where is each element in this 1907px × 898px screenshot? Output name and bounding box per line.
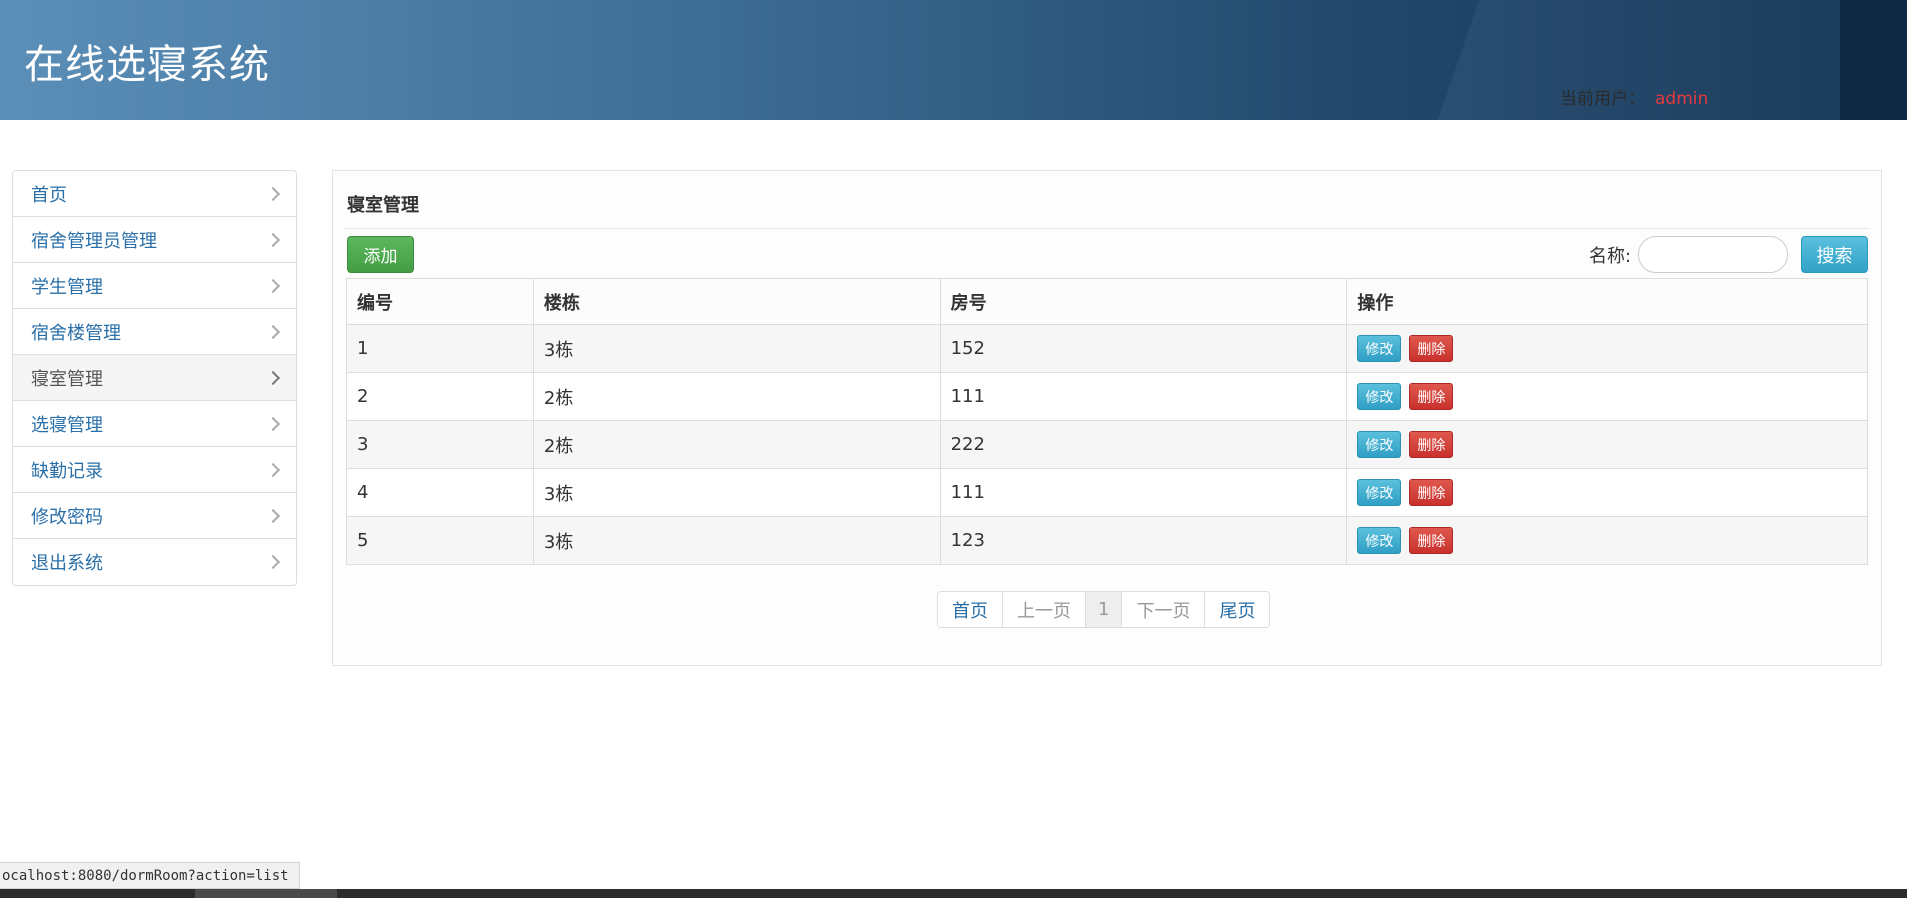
search-button[interactable]: 搜索 xyxy=(1801,236,1868,273)
app-title: 在线选寝系统 xyxy=(24,42,270,88)
column-header-building: 楼栋 xyxy=(532,278,941,325)
chevron-right-icon xyxy=(265,462,281,477)
edit-button[interactable]: 修改 xyxy=(1357,431,1402,458)
sidebar-item-dorm-admin[interactable]: 宿舍管理员管理 xyxy=(13,217,296,263)
cell-actions: 修改 删除 xyxy=(1346,372,1868,421)
divider xyxy=(345,228,1869,229)
chevron-right-icon xyxy=(265,232,281,247)
cell-actions: 修改 删除 xyxy=(1346,468,1868,517)
room-management-panel: 寝室管理 添加 名称: 搜索 编号 楼栋 房号 操作 1 3栋 152 修改 删除… xyxy=(332,170,1882,666)
cell-id: 2 xyxy=(346,372,534,421)
taskbar xyxy=(0,889,1907,898)
cell-room: 111 xyxy=(939,372,1348,421)
sidebar-item-buildings[interactable]: 宿舍楼管理 xyxy=(13,309,296,355)
sidebar-item-room-selection[interactable]: 选寝管理 xyxy=(13,401,296,447)
app-header: 在线选寝系统 当前用户： admin xyxy=(0,0,1907,120)
pager-first[interactable]: 首页 xyxy=(938,592,1003,627)
sidebar-item-absence[interactable]: 缺勤记录 xyxy=(13,447,296,493)
column-header-actions: 操作 xyxy=(1346,278,1868,325)
edit-button[interactable]: 修改 xyxy=(1357,383,1402,410)
pager-last[interactable]: 尾页 xyxy=(1205,592,1270,627)
search-input[interactable] xyxy=(1638,236,1788,273)
edit-button[interactable]: 修改 xyxy=(1357,479,1402,506)
cell-room: 111 xyxy=(939,468,1348,517)
table-row: 5 3栋 123 修改 删除 xyxy=(346,516,1868,565)
cell-id: 1 xyxy=(346,324,534,373)
cell-actions: 修改 删除 xyxy=(1346,324,1868,373)
cell-id: 4 xyxy=(346,468,534,517)
pager-current: 1 xyxy=(1086,592,1123,627)
table-header-row: 编号 楼栋 房号 操作 xyxy=(346,278,1868,325)
sidebar-item-label: 退出系统 xyxy=(31,553,103,574)
sidebar-item-label: 首页 xyxy=(31,184,67,206)
taskbar-item[interactable] xyxy=(195,889,337,898)
chevron-right-icon xyxy=(265,416,281,431)
cell-id: 5 xyxy=(346,516,534,565)
cell-room: 123 xyxy=(939,516,1348,565)
chevron-right-icon xyxy=(265,508,281,523)
column-header-room: 房号 xyxy=(939,278,1348,325)
sidebar-item-students[interactable]: 学生管理 xyxy=(13,263,296,309)
pager-next[interactable]: 下一页 xyxy=(1122,592,1206,627)
page-title: 寝室管理 xyxy=(347,195,419,216)
cell-building: 3栋 xyxy=(532,516,941,565)
table-row: 1 3栋 152 修改 删除 xyxy=(346,324,1868,373)
cell-id: 3 xyxy=(346,420,534,469)
cell-actions: 修改 删除 xyxy=(1346,516,1868,565)
sidebar-item-label: 学生管理 xyxy=(31,276,103,298)
cell-building: 2栋 xyxy=(532,420,941,469)
rooms-table: 编号 楼栋 房号 操作 1 3栋 152 修改 删除 2 2栋 111 修改 删除 … xyxy=(346,278,1868,565)
cell-actions: 修改 删除 xyxy=(1346,420,1868,469)
column-header-id: 编号 xyxy=(346,278,534,325)
delete-button[interactable]: 删除 xyxy=(1409,335,1454,362)
current-user-name: admin xyxy=(1655,89,1709,109)
sidebar-item-label: 选寝管理 xyxy=(31,414,103,436)
sidebar-item-label: 缺勤记录 xyxy=(31,460,103,482)
sidebar-item-label: 宿舍楼管理 xyxy=(31,322,121,344)
chevron-right-icon xyxy=(265,186,281,201)
cell-building: 2栋 xyxy=(532,372,941,421)
status-bar-url: ocalhost:8080/dormRoom?action=list xyxy=(0,862,300,889)
delete-button[interactable]: 删除 xyxy=(1409,383,1454,410)
sidebar-nav: 首页 宿舍管理员管理 学生管理 宿舍楼管理 寝室管理 选寝管理 缺勤记录 修改密… xyxy=(12,170,297,586)
cell-room: 152 xyxy=(939,324,1348,373)
current-user-label: 当前用户： xyxy=(1560,89,1645,109)
table-row: 3 2栋 222 修改 删除 xyxy=(346,420,1868,469)
chevron-right-icon xyxy=(265,370,281,385)
table-row: 2 2栋 111 修改 删除 xyxy=(346,372,1868,421)
cell-building: 3栋 xyxy=(532,468,941,517)
table-row: 4 3栋 111 修改 删除 xyxy=(346,468,1868,517)
cell-room: 222 xyxy=(939,420,1348,469)
delete-button[interactable]: 删除 xyxy=(1409,431,1454,458)
sidebar-item-home[interactable]: 首页 xyxy=(13,171,296,217)
sidebar-item-rooms[interactable]: 寝室管理 xyxy=(13,355,296,401)
sidebar-item-change-password[interactable]: 修改密码 xyxy=(13,493,296,539)
edit-button[interactable]: 修改 xyxy=(1357,335,1402,362)
current-user: 当前用户： admin xyxy=(1560,84,1708,109)
edit-button[interactable]: 修改 xyxy=(1357,527,1402,554)
sidebar-item-logout[interactable]: 退出系统 xyxy=(13,539,296,585)
sidebar-item-label: 修改密码 xyxy=(31,506,103,528)
delete-button[interactable]: 删除 xyxy=(1409,527,1454,554)
chevron-right-icon xyxy=(265,278,281,293)
pagination: 首页 上一页 1 下一页 尾页 xyxy=(937,591,1271,628)
sidebar-item-label: 宿舍管理员管理 xyxy=(31,230,157,252)
sidebar-item-label: 寝室管理 xyxy=(31,368,103,390)
search-label: 名称: xyxy=(1589,246,1632,267)
add-button[interactable]: 添加 xyxy=(347,236,414,273)
header-decoration-dark xyxy=(1840,0,1907,120)
cell-building: 3栋 xyxy=(532,324,941,373)
delete-button[interactable]: 删除 xyxy=(1409,479,1454,506)
chevron-right-icon xyxy=(265,324,281,339)
chevron-right-icon xyxy=(265,554,281,570)
pager-prev[interactable]: 上一页 xyxy=(1003,592,1086,627)
